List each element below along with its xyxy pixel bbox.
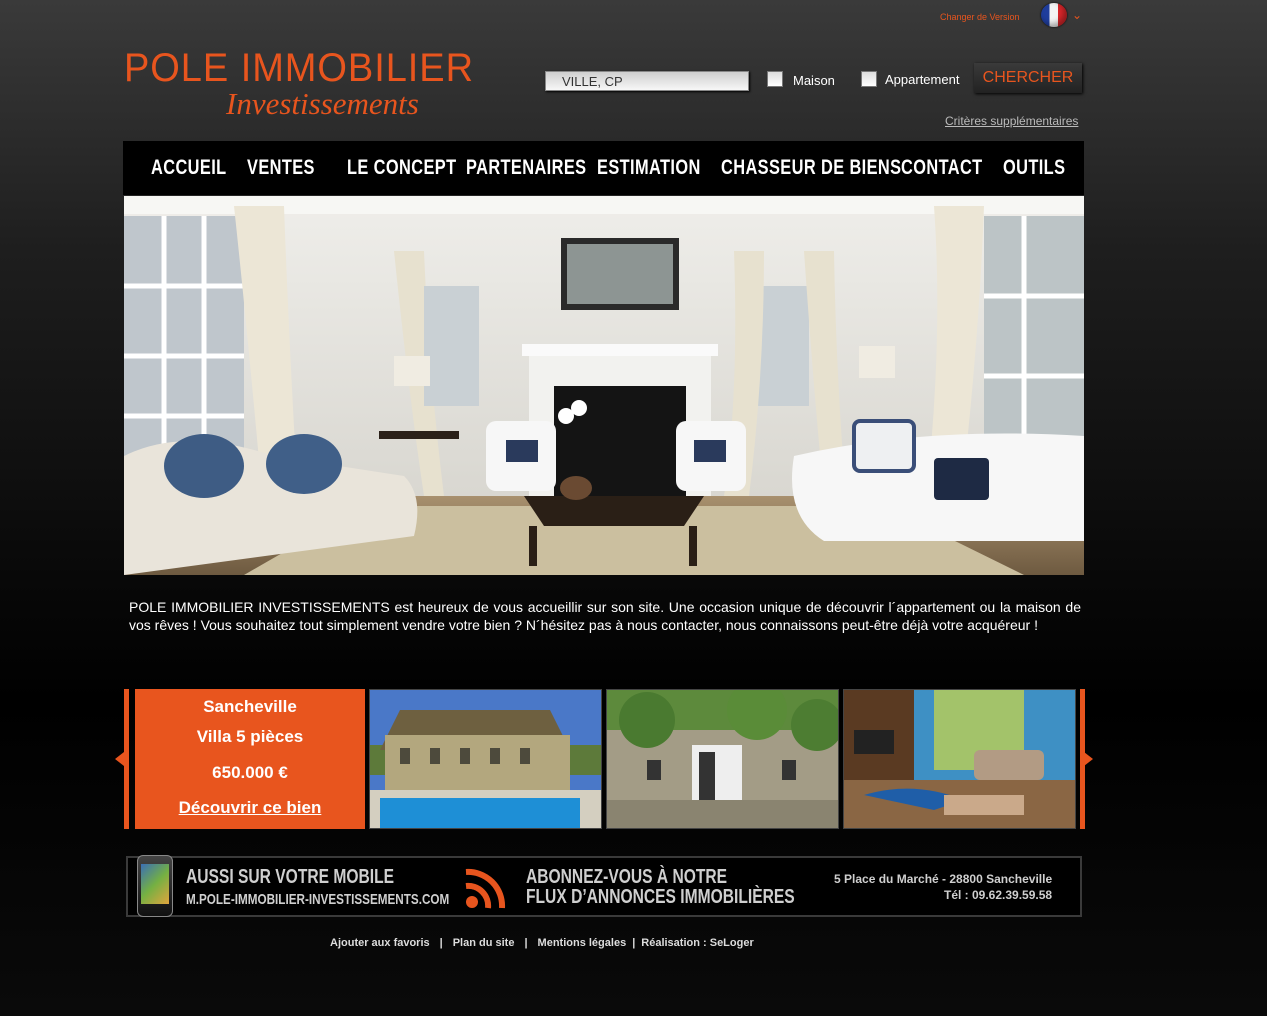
change-version-link[interactable]: Changer de Version (940, 12, 1020, 22)
france-flag-icon[interactable] (1041, 3, 1067, 27)
city-search-input[interactable] (545, 71, 749, 91)
carousel-prev-arrow-icon[interactable] (115, 752, 124, 766)
maison-checkbox[interactable] (767, 71, 783, 87)
appartement-label: Appartement (885, 72, 960, 87)
property-thumbnail-house-pool[interactable] (369, 689, 602, 829)
maison-label: Maison (793, 73, 835, 88)
agency-phone: Tél : 09.62.39.59.58 (944, 888, 1053, 902)
nav-item-partenaires[interactable]: PARTENAIRES (466, 156, 586, 180)
search-button[interactable]: CHERCHER (974, 63, 1082, 93)
footer-link-mentions[interactable]: Mentions légales (538, 937, 627, 949)
agency-address: 5 Place du Marché - 28800 Sancheville (834, 872, 1053, 886)
rss-title-line2[interactable]: FLUX D’ANNONCES IMMOBILIÈRES (526, 886, 795, 909)
intro-text: POLE IMMOBILIER INVESTISSEMENTS est heur… (129, 599, 1081, 633)
rss-icon[interactable] (462, 866, 508, 910)
featured-price: 650.000 € (212, 763, 288, 782)
featured-type: Villa 5 pièces (196, 727, 304, 746)
nav-item-le-concept[interactable]: LE CONCEPT (347, 156, 456, 180)
footer-separator: | (439, 937, 443, 949)
nav-item-accueil[interactable]: ACCUEIL (151, 156, 227, 180)
carousel-next-arrow-icon[interactable] (1084, 752, 1093, 766)
mobile-title[interactable]: AUSSI SUR VOTRE MOBILE (186, 866, 394, 889)
property-thumbnail-living-room[interactable] (843, 689, 1076, 829)
chevron-down-icon[interactable]: ⌄ (1072, 9, 1082, 21)
featured-property-card[interactable]: Sancheville Villa 5 pièces 650.000 € Déc… (135, 689, 365, 829)
smartphone-screen (141, 864, 169, 904)
nav-item-chasseur-de-biens[interactable]: CHASSEUR DE BIENS (721, 156, 901, 180)
more-criteria-link[interactable]: Critères supplémentaires (945, 114, 1078, 128)
nav-item-ventes[interactable]: VENTES (247, 156, 315, 180)
logo-subtitle[interactable]: Investissements (226, 86, 419, 122)
nav-item-estimation[interactable]: ESTIMATION (597, 156, 701, 180)
nav-item-outils[interactable]: OUTILS (1003, 156, 1065, 180)
main-nav: ACCUEIL VENTES LE CONCEPT PARTENAIRES ES… (123, 141, 1084, 195)
footer-link-plan[interactable]: Plan du site (453, 937, 515, 949)
footer-link-favoris[interactable]: Ajouter aux favoris (330, 937, 430, 949)
footer-separator: | (632, 937, 636, 949)
nav-item-contact[interactable]: CONTACT (901, 156, 983, 180)
hero-living-room-image (124, 196, 1084, 575)
featured-city: Sancheville (203, 697, 297, 716)
logo-title[interactable]: POLE IMMOBILIER (124, 46, 474, 91)
discover-property-link[interactable]: Découvrir ce bien (135, 798, 365, 818)
appartement-checkbox[interactable] (861, 71, 877, 87)
footer-link-realisation[interactable]: Réalisation : SeLoger (641, 937, 753, 949)
footer-separator: | (524, 937, 528, 949)
mobile-url[interactable]: M.POLE-IMMOBILIER-INVESTISSEMENTS.COM (186, 891, 449, 908)
footer-links: Ajouter aux favoris | Plan du site | Mention… (330, 937, 754, 949)
property-thumbnail-stone-facade[interactable] (606, 689, 839, 829)
carousel-left-edge (124, 689, 129, 829)
